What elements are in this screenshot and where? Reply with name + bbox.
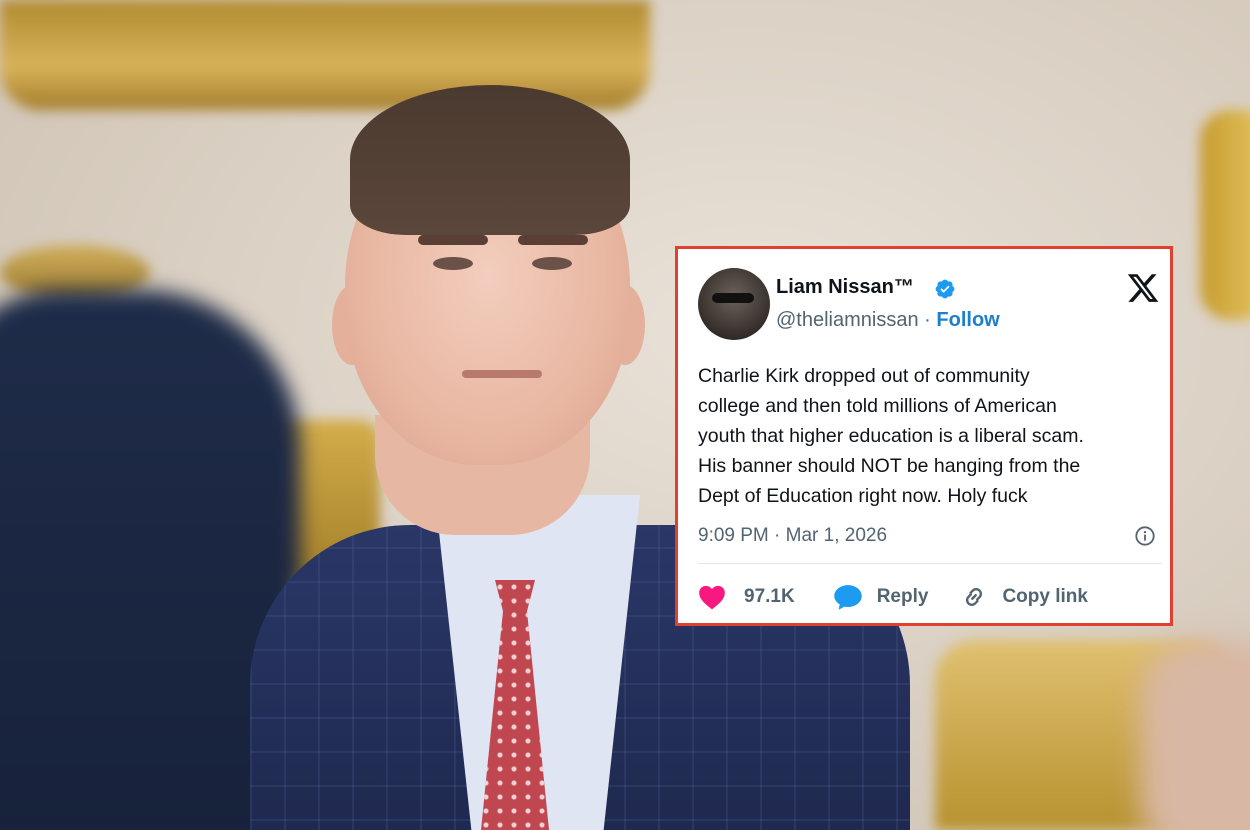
- left-eye: [433, 257, 473, 270]
- info-icon[interactable]: [1134, 525, 1156, 547]
- tweet-card: Liam Nissan™ @theliamnissan · Follow Cha…: [675, 246, 1173, 626]
- tweet-timestamp[interactable]: 9:09 PM · Mar 1, 2026: [698, 525, 887, 547]
- reply-bubble-icon: [833, 585, 862, 610]
- user-handle[interactable]: @theliamnissan: [776, 309, 919, 331]
- sunglasses: [712, 293, 754, 303]
- heart-icon: [699, 585, 725, 610]
- follow-button[interactable]: Follow: [936, 309, 999, 331]
- tweet-text: Charlie Kirk dropped out of community co…: [698, 365, 1084, 507]
- left-eyebrow: [418, 235, 488, 245]
- link-icon: [966, 588, 983, 606]
- divider: [698, 563, 1162, 564]
- tweet-actions: 97.1K Reply Copy link: [698, 582, 1088, 612]
- foreground-blurred-shape: [1140, 640, 1250, 830]
- gilded-ornament: [1200, 110, 1250, 320]
- like-count: 97.1K: [744, 586, 795, 607]
- reply-button[interactable]: Reply: [833, 583, 961, 611]
- profile-avatar[interactable]: [698, 268, 770, 340]
- x-logo-icon[interactable]: [1126, 271, 1160, 305]
- hair: [350, 85, 630, 235]
- display-name[interactable]: Liam Nissan™: [776, 276, 914, 299]
- verified-badge-icon: [935, 279, 955, 299]
- right-eye: [532, 257, 572, 270]
- copy-link-label: Copy link: [1002, 586, 1088, 607]
- right-eyebrow: [518, 235, 588, 245]
- mouth: [462, 370, 542, 378]
- reply-label: Reply: [876, 586, 929, 607]
- handle-row: @theliamnissan · Follow: [776, 309, 1000, 332]
- copy-link-button[interactable]: Copy link: [960, 583, 1088, 611]
- like-button[interactable]: 97.1K: [698, 584, 833, 610]
- separator-dot: ·: [924, 309, 931, 331]
